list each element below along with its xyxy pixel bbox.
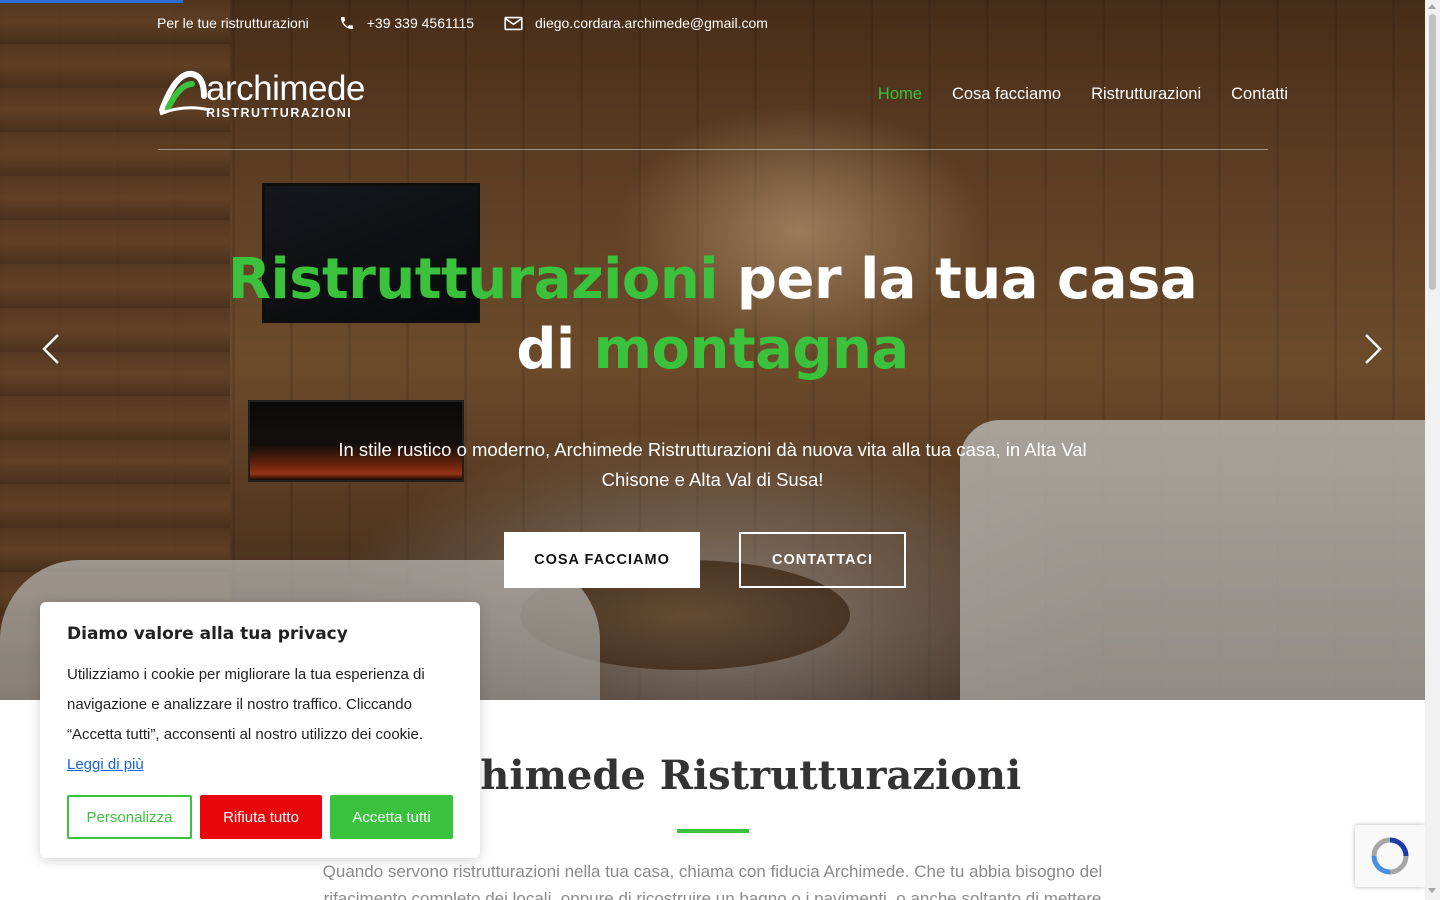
page-loading-bar — [0, 0, 183, 3]
phone-contact[interactable]: +39 339 4561115 — [339, 15, 474, 31]
site-logo[interactable]: archimede RISTRUTTURAZIONI — [158, 68, 373, 122]
cookie-customize-button[interactable]: Personalizza — [67, 795, 192, 839]
main-nav: Home Cosa facciamo Ristrutturazioni Cont… — [848, 85, 1288, 104]
scroll-thumb[interactable] — [1429, 14, 1436, 290]
chevron-right-icon[interactable] — [1362, 333, 1384, 365]
hero-subtitle: In stile rustico o moderno, Archimede Ri… — [338, 439, 1087, 490]
page-scrollbar[interactable] — [1425, 0, 1440, 900]
header-divider — [158, 149, 1268, 150]
cookie-text: Utilizziamo i cookie per migliorare la t… — [67, 660, 453, 780]
section-text: Quando servono ristrutturazioni nella tu… — [322, 862, 1103, 900]
scroll-down-icon[interactable] — [1428, 888, 1436, 893]
nav-item-home[interactable]: Home — [878, 85, 922, 104]
logo-mark-icon — [158, 70, 211, 120]
cookie-read-more-link[interactable]: Leggi di più — [67, 756, 144, 773]
phone-icon — [340, 17, 353, 29]
mail-icon — [504, 16, 523, 30]
cookie-buttons: Personalizza Rifiuta tutto Accetta tutti — [67, 795, 453, 839]
logo-subtitle: RISTRUTTURAZIONI — [206, 105, 353, 120]
recaptcha-badge[interactable] — [1355, 825, 1425, 887]
cookie-accept-button[interactable]: Accetta tutti — [330, 795, 453, 839]
nav-item-ristrutturazioni[interactable]: Ristrutturazioni — [1091, 85, 1201, 104]
scroll-up-icon[interactable] — [1428, 4, 1436, 9]
hero-title-highlight-2: montagna — [593, 317, 910, 382]
nav-item-contatti[interactable]: Contatti — [1231, 85, 1288, 104]
cookie-description: Utilizziamo i cookie per migliorare la t… — [67, 666, 425, 743]
tagline: Per le tue ristrutturazioni — [157, 15, 309, 31]
hero-title-text-1: per la tua casa — [717, 247, 1198, 312]
cosa-facciamo-button[interactable]: COSA FACCIAMO — [504, 532, 700, 588]
hero-title-highlight-1: Ristrutturazioni — [227, 247, 719, 312]
cookie-title: Diamo valore alla tua privacy — [67, 624, 348, 644]
hero-title-text-2: di — [516, 317, 594, 382]
chevron-left-icon[interactable] — [40, 333, 62, 365]
top-info-bar: Per le tue ristrutturazioni +39 339 4561… — [157, 12, 798, 34]
contattaci-button[interactable]: CONTATTACI — [739, 532, 906, 588]
recaptcha-icon — [1371, 837, 1409, 875]
email-contact[interactable]: diego.cordara.archimede@gmail.com — [504, 15, 768, 31]
cookie-consent-banner: Diamo valore alla tua privacy Utilizziam… — [40, 602, 480, 858]
nav-item-cosa-facciamo[interactable]: Cosa facciamo — [952, 85, 1061, 104]
cookie-reject-button[interactable]: Rifiuta tutto — [200, 795, 322, 839]
phone-number: +39 339 4561115 — [366, 15, 475, 31]
email-address: diego.cordara.archimede@gmail.com — [535, 15, 768, 31]
section-divider — [677, 829, 749, 833]
hero-title: Ristrutturazioni per la tua casa di mont… — [0, 245, 1425, 385]
logo-name: archimede — [206, 68, 365, 108]
